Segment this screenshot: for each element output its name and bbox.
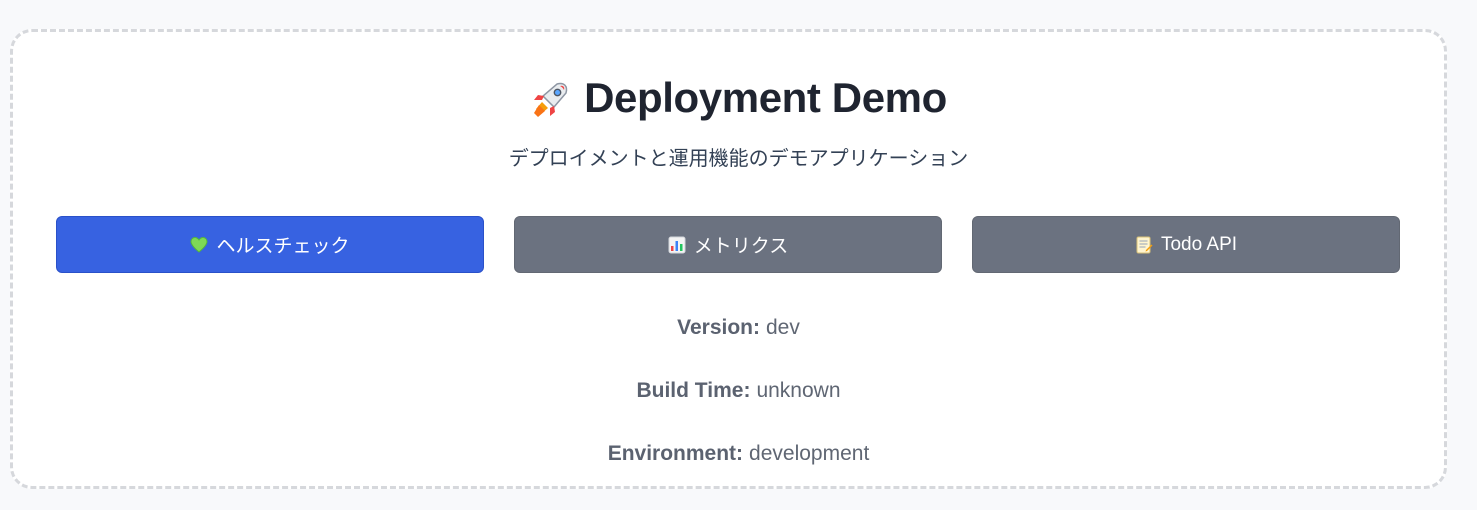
build-time-info: Build Time: unknown bbox=[0, 376, 1477, 406]
health-check-button[interactable]: ヘルスチェック bbox=[56, 216, 484, 273]
page-subtitle: デプロイメントと運用機能のデモアプリケーション bbox=[508, 147, 969, 170]
build-time-value: unknown bbox=[756, 379, 841, 402]
health-check-label: ヘルスチェック bbox=[216, 236, 350, 257]
environment-value: development bbox=[749, 442, 870, 465]
environment-label: Environment: bbox=[607, 442, 744, 465]
green-heart-icon bbox=[190, 236, 208, 253]
action-button-row: ヘルスチェック メトリクス Todo API bbox=[56, 216, 1400, 273]
version-value: dev bbox=[766, 316, 800, 339]
version-info: Version: dev bbox=[0, 313, 1477, 343]
memo-icon bbox=[1136, 236, 1153, 253]
metrics-label: メトリクス bbox=[693, 236, 789, 257]
bar-chart-icon bbox=[668, 236, 686, 253]
rocket-icon bbox=[534, 82, 568, 117]
todo-api-button[interactable]: Todo API bbox=[972, 216, 1400, 273]
build-time-label: Build Time: bbox=[636, 379, 751, 402]
page-title: Deployment Demo bbox=[0, 70, 1477, 126]
metrics-button[interactable]: メトリクス bbox=[514, 216, 942, 273]
todo-api-label: Todo API bbox=[1160, 233, 1238, 255]
version-label: Version: bbox=[677, 316, 760, 339]
environment-info: Environment: development bbox=[0, 439, 1477, 469]
page-title-text: Deployment Demo bbox=[584, 74, 947, 121]
